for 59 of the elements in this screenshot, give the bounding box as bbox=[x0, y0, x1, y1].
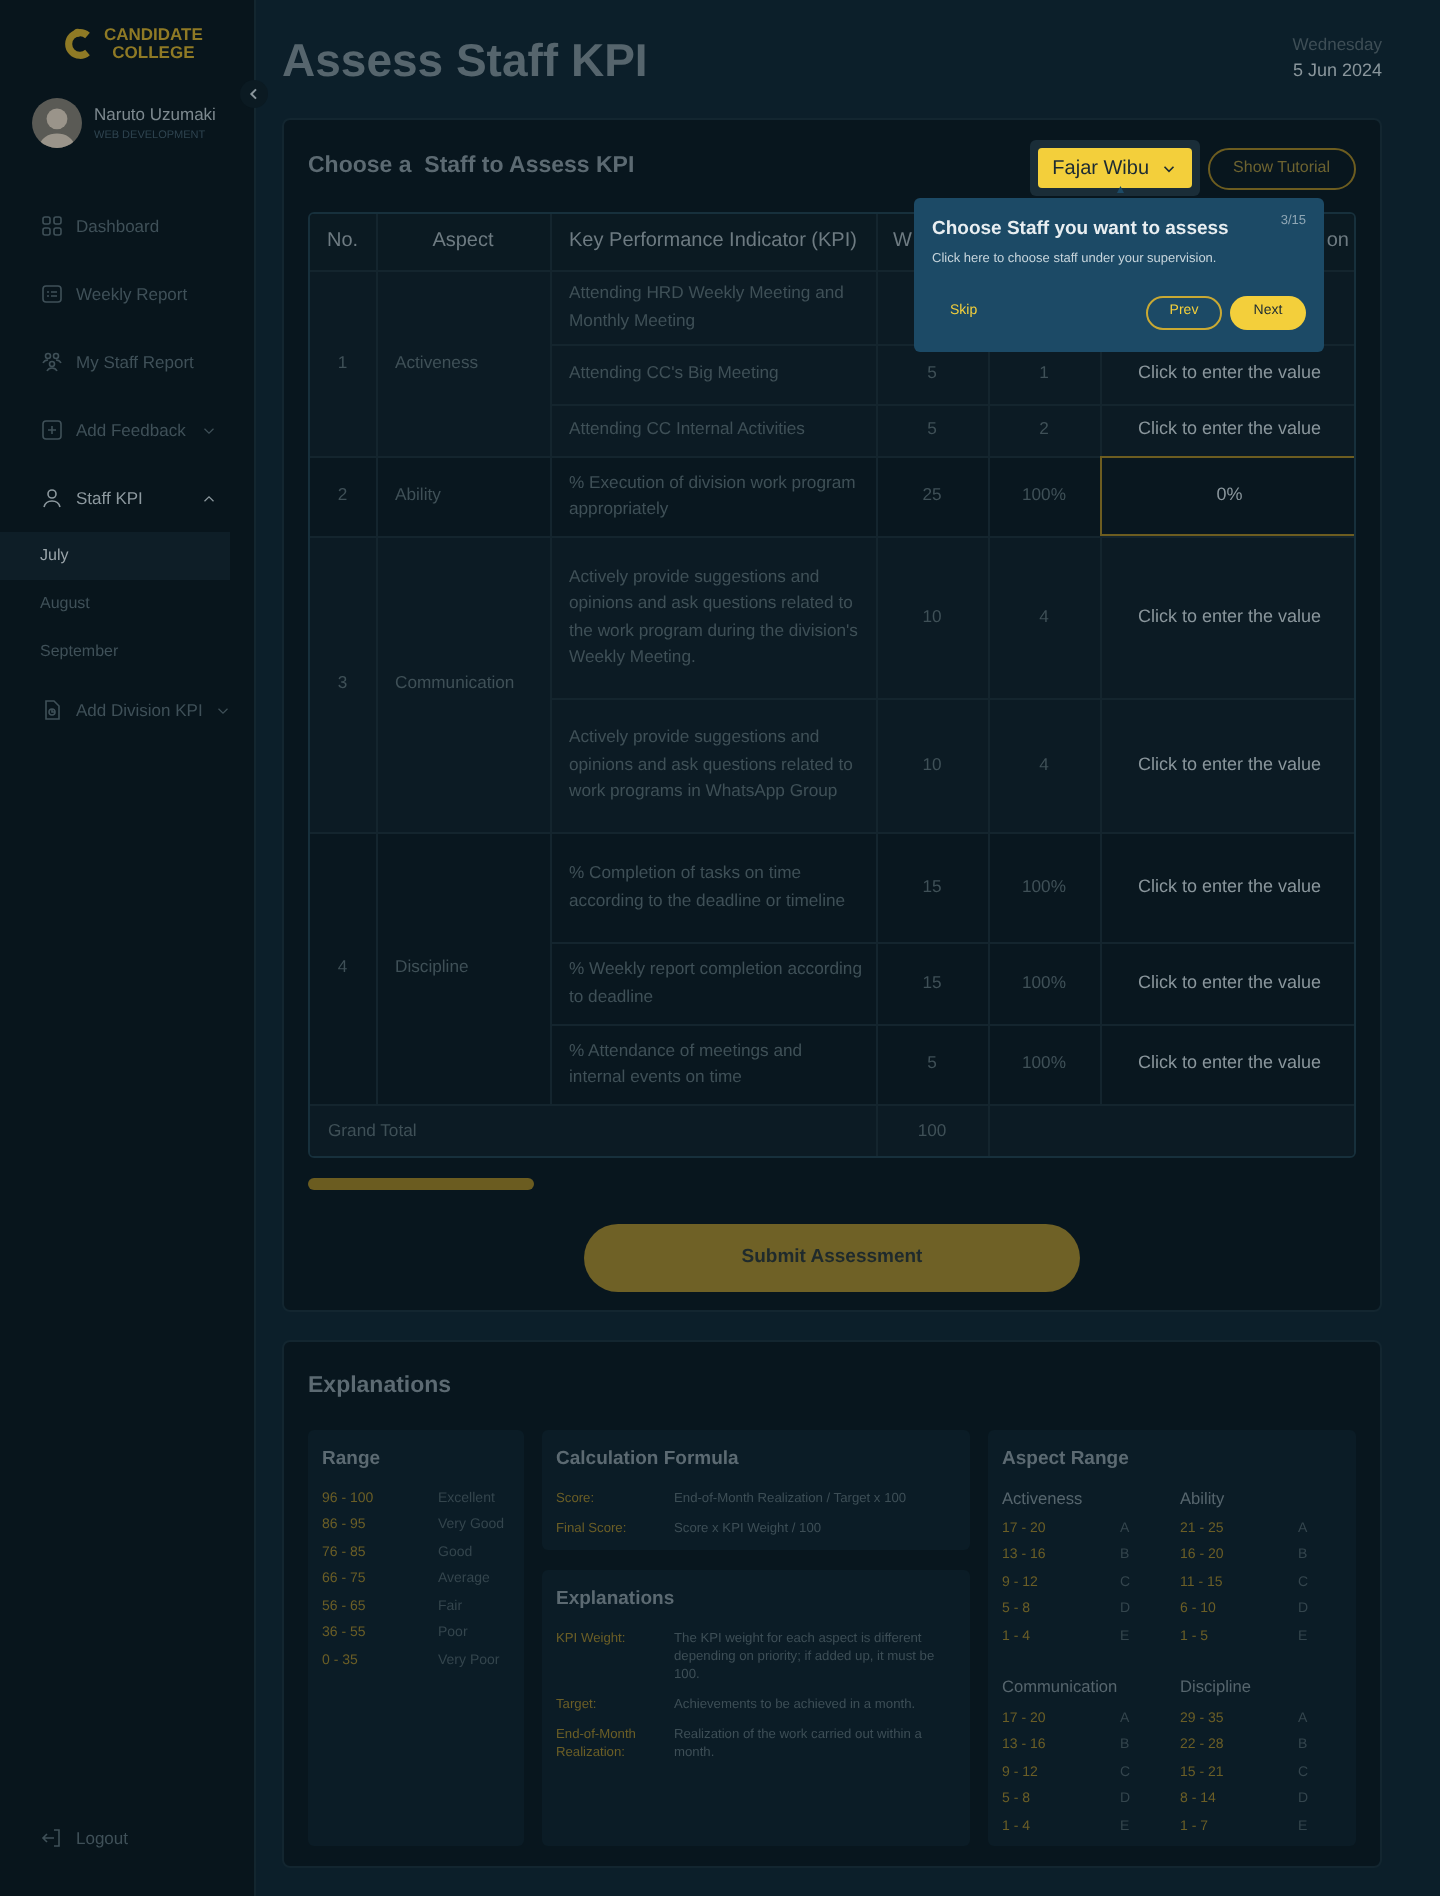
submenu-item[interactable]: July bbox=[0, 532, 230, 580]
report-icon bbox=[40, 282, 64, 306]
table-cell: 25 bbox=[922, 484, 942, 505]
table-cell: 15 bbox=[922, 971, 942, 992]
panel-title: Explanations bbox=[556, 1586, 677, 1615]
table-cell: % Completion of tasks on time according to the deadline or timeline bbox=[569, 862, 846, 909]
people-icon bbox=[40, 350, 64, 374]
table-cell: % Weekly report completion according to deadline bbox=[569, 958, 862, 1005]
table-cell: 100% bbox=[1022, 484, 1066, 505]
table-cell: 5 bbox=[927, 1052, 937, 1073]
table-cell: 15 bbox=[922, 875, 942, 896]
column-header: on bbox=[1326, 230, 1349, 252]
plus-icon bbox=[40, 418, 64, 442]
table-cell: % Attendance of meetings and internal events on time bbox=[569, 1039, 803, 1086]
user-name: Naruto Uzumaki bbox=[94, 102, 216, 128]
table-cell: 100% bbox=[1022, 971, 1066, 992]
column-header: Aspect bbox=[432, 230, 494, 252]
panel-title: Calculation Formula bbox=[556, 1446, 741, 1475]
logout-icon bbox=[40, 1826, 64, 1851]
scrollbar-thumb[interactable] bbox=[308, 1178, 534, 1190]
nav-item[interactable]: Staff KPI bbox=[0, 464, 254, 532]
group-title: Communication bbox=[1002, 1674, 1120, 1700]
value-cell[interactable]: Click to enter the value bbox=[1100, 1024, 1354, 1104]
value-cell[interactable]: Click to enter the value bbox=[1100, 942, 1354, 1024]
table-cell: Ability bbox=[395, 484, 441, 505]
panel-title: Aspect Range bbox=[1002, 1446, 1131, 1475]
dashboard-icon bbox=[40, 214, 64, 238]
logo-text: COLLEGE bbox=[112, 44, 195, 62]
value-cell[interactable]: Click to enter the value bbox=[1100, 832, 1354, 942]
date-label: 5 Jun 2024 bbox=[1292, 57, 1382, 84]
group-title: Activeness bbox=[1002, 1485, 1085, 1510]
value-cell[interactable]: Click to enter the value bbox=[1100, 404, 1354, 456]
panel-title: Range bbox=[322, 1446, 383, 1475]
group-title: Ability bbox=[1180, 1485, 1227, 1510]
column-header: No. bbox=[326, 230, 359, 252]
table-cell: Discipline bbox=[395, 956, 469, 977]
column-header: Key Performance Indicator (KPI) bbox=[569, 230, 857, 252]
chevron-left-icon bbox=[246, 86, 262, 102]
logo-text: CANDIDATE bbox=[104, 26, 203, 44]
popover-title: Choose Staff you want to assess bbox=[932, 216, 1229, 244]
group-title: Discipline bbox=[1180, 1674, 1254, 1700]
value-cell[interactable]: Click to enter the value bbox=[1100, 698, 1354, 832]
table-cell: 4 bbox=[337, 956, 348, 977]
column-header: W bbox=[893, 230, 912, 252]
collapse-button[interactable] bbox=[240, 80, 268, 108]
show-tutorial-button[interactable]: Show Tutorial bbox=[1207, 147, 1356, 189]
table-cell: 100% bbox=[1022, 875, 1066, 896]
avatar bbox=[32, 98, 82, 148]
staff-dropdown[interactable]: Fajar Wibu bbox=[1038, 148, 1192, 188]
document-icon bbox=[40, 698, 64, 722]
section-heading: Choose a Staff to Assess KPI bbox=[308, 152, 637, 183]
value-cell[interactable]: Click to enter the value bbox=[1100, 536, 1354, 698]
table-cell: 100% bbox=[1022, 1052, 1066, 1073]
page-title: Assess Staff KPI bbox=[282, 32, 648, 90]
table-cell: 2 bbox=[337, 484, 348, 505]
value-cell[interactable]: 0% bbox=[1100, 456, 1354, 536]
user-icon bbox=[40, 486, 64, 510]
section-heading: Explanations bbox=[308, 1372, 454, 1402]
table-cell: % Execution of division work program appropriately bbox=[569, 471, 856, 518]
